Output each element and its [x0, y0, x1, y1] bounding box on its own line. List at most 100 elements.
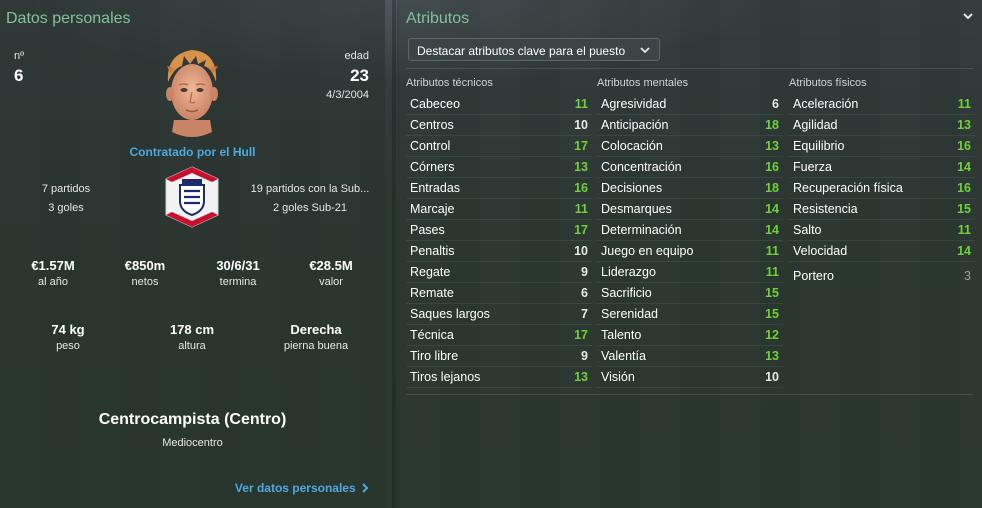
attribute-row[interactable]: Técnica 17 [406, 325, 592, 345]
attribute-row[interactable]: Remate 6 [406, 283, 592, 303]
attribute-name: Marcaje [410, 202, 455, 216]
attribute-name: Centros [410, 118, 454, 132]
attribute-value: 9 [581, 349, 588, 363]
attribute-row[interactable]: Concentración 16 [597, 157, 783, 177]
highlight-attributes-dropdown[interactable]: Destacar atributos clave para el puesto [408, 38, 660, 61]
attribute-row[interactable]: Saques largos 7 [406, 304, 592, 324]
age-value: 23 [350, 66, 369, 85]
signed-by-text[interactable]: Contratado por el Hull [0, 145, 385, 159]
attribute-row[interactable]: Visión 10 [597, 367, 783, 387]
attribute-row[interactable]: Cabeceo 11 [406, 94, 592, 114]
stat-value: 30/6/31 [216, 258, 260, 273]
attribute-name: Recuperación física [793, 181, 903, 195]
attribute-row[interactable]: Juego en equipo 11 [597, 241, 783, 261]
attribute-row[interactable]: Penaltis 10 [406, 241, 592, 261]
attribute-row[interactable]: Entradas 16 [406, 178, 592, 198]
stat-label: pierna buena [283, 340, 349, 352]
attribute-row[interactable]: Marcaje 11 [406, 199, 592, 219]
stat-contract-end: 30/6/31 termina [193, 258, 283, 288]
attribute-value: 11 [765, 265, 779, 279]
attribute-row[interactable]: Colocación 13 [597, 136, 783, 156]
attribute-row[interactable]: Liderazgo 11 [597, 262, 783, 282]
attribute-name: Equilibrio [793, 139, 845, 153]
attribute-row[interactable]: Sacrificio 15 [597, 283, 783, 303]
chevron-right-icon [362, 483, 369, 493]
attribute-row[interactable]: Resistencia 15 [789, 199, 975, 219]
u21-goals: 2 goles Sub-21 [273, 202, 347, 214]
attribute-row[interactable]: Talento 12 [597, 325, 783, 345]
attribute-name: Resistencia [793, 202, 858, 216]
attribute-row[interactable]: Aceleración 11 [789, 94, 975, 114]
attribute-name: Determinación [601, 223, 682, 237]
attribute-name: Agresividad [601, 97, 667, 111]
attribute-row[interactable]: Desmarques 14 [597, 199, 783, 219]
attribute-row[interactable]: Velocidad 14 [789, 241, 975, 261]
attribute-value: 14 [957, 160, 971, 174]
attribute-row[interactable]: Control 17 [406, 136, 592, 156]
attribute-value: 7 [581, 307, 588, 321]
attribute-name: Técnica [410, 328, 454, 342]
stat-label: valor [319, 276, 343, 288]
attribute-value: 18 [765, 118, 779, 132]
attribute-value: 12 [765, 328, 779, 342]
attribute-name: Sacrificio [601, 286, 652, 300]
attribute-value: 15 [957, 202, 971, 216]
mental-attributes-header: Atributos mentales [597, 77, 689, 89]
attribute-row[interactable]: Tiro libre 9 [406, 346, 592, 366]
attribute-value: 15 [765, 286, 779, 300]
attribute-value: 13 [765, 349, 779, 363]
attribute-name: Tiro libre [410, 349, 459, 363]
attribute-name: Colocación [601, 139, 663, 153]
attributes-panel: Atributos Destacar atributos clave para … [397, 0, 982, 508]
attribute-row[interactable]: Agilidad 13 [789, 115, 975, 135]
chevron-down-icon[interactable] [962, 10, 974, 22]
attribute-row[interactable]: Equilibrio 16 [789, 136, 975, 156]
attribute-name: Juego en equipo [601, 244, 694, 258]
attribute-row[interactable]: Recuperación física 16 [789, 178, 975, 198]
attribute-name: Salto [793, 223, 822, 237]
attribute-name: Visión [601, 370, 635, 384]
attribute-name: Pases [410, 223, 445, 237]
attribute-row[interactable]: Anticipación 18 [597, 115, 783, 135]
stat-net-wage: €850m netos [100, 258, 190, 288]
u21-caps: 19 partidos con la Sub... 2 goles Sub-21 [245, 180, 375, 218]
mental-attributes-column: Atributos mentales Agresividad 6 Anticipac… [597, 77, 783, 388]
attribute-name: Control [410, 139, 451, 153]
divider [406, 394, 973, 395]
attribute-row[interactable]: Centros 10 [406, 115, 592, 135]
attribute-name: Fuerza [793, 160, 832, 174]
attribute-row[interactable]: Fuerza 14 [789, 157, 975, 177]
attribute-row[interactable]: Regate 9 [406, 262, 592, 282]
view-personal-data-link[interactable]: Ver datos personales [235, 481, 369, 495]
attribute-row[interactable]: Tiros lejanos 13 [406, 367, 592, 387]
attribute-value: 11 [574, 97, 588, 111]
attribute-value: 14 [765, 223, 779, 237]
stat-label: al año [38, 276, 68, 288]
stat-value: €28.5M [309, 258, 353, 273]
attribute-value: 11 [957, 223, 971, 237]
date-of-birth: 4/3/2004 [326, 89, 369, 101]
national-team-crest-icon[interactable] [160, 165, 224, 229]
attribute-row[interactable]: Decisiones 18 [597, 178, 783, 198]
attribute-row[interactable]: Determinación 14 [597, 220, 783, 240]
attribute-name: Portero [793, 269, 834, 283]
view-personal-data-label: Ver datos personales [234, 481, 356, 495]
attribute-row[interactable]: Valentía 13 [597, 346, 783, 366]
senior-goals: 3 goles [48, 202, 84, 214]
physical-attributes-header: Atributos físicos [789, 77, 867, 89]
attribute-row[interactable]: Salto 11 [789, 220, 975, 240]
attribute-value: 13 [957, 118, 971, 132]
technical-attributes-column: Atributos técnicos Cabeceo 11 Centros 10 Con… [406, 77, 592, 388]
attribute-row[interactable]: Serenidad 15 [597, 304, 783, 324]
attribute-row[interactable]: Pases 17 [406, 220, 592, 240]
attribute-row[interactable]: Agresividad 6 [597, 94, 783, 114]
stat-label: netos [131, 276, 159, 288]
stat-label: altura [178, 340, 206, 352]
attribute-row[interactable]: Córners 13 [406, 157, 592, 177]
attribute-value: 11 [957, 97, 971, 111]
row-divider [789, 261, 975, 262]
goalkeeper-attribute-row[interactable]: Portero 3 [789, 266, 975, 286]
attribute-name: Aceleración [793, 97, 859, 111]
u21-appearances: 19 partidos con la Sub... [250, 183, 370, 195]
attribute-name: Velocidad [793, 244, 848, 258]
